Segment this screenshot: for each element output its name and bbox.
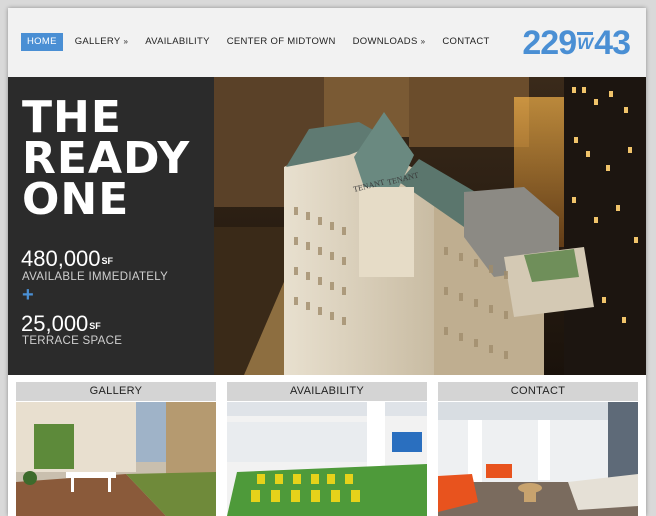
card-title[interactable]: GALLERY [16, 382, 216, 401]
nav-item-gallery[interactable]: GALLERY» [75, 33, 129, 51]
logo-letter-w: W [577, 32, 594, 53]
stat-terrace-label: TERRACE SPACE [22, 335, 123, 347]
stat-unit: SF [89, 321, 101, 331]
stat-available-size: 480,000SF [21, 248, 113, 270]
gallery-terrace-photo[interactable] [16, 402, 216, 516]
nav-item-contact[interactable]: CONTACT [442, 33, 489, 51]
headline-line: READY [22, 133, 191, 184]
stat-value: 25,000 [21, 311, 89, 336]
site-logo[interactable]: 229 W 43 [522, 24, 631, 62]
office-event-illustration [227, 402, 427, 516]
nav-item-home[interactable]: HOME [21, 33, 63, 51]
card-availability[interactable]: AVAILABILITY [227, 382, 427, 516]
building-night-illustration: TENANT TENANT [214, 77, 646, 375]
nav-item-label: GALLERY [74, 36, 121, 47]
card-contact[interactable]: CONTACT [438, 382, 638, 516]
headline-line: THE [22, 92, 122, 143]
plus-sign: + [22, 284, 34, 306]
availability-office-photo[interactable] [227, 402, 427, 516]
nav-item-label: AVAILABILITY [145, 36, 210, 47]
hero-text-panel: THE READY ONE 480,000SF AVAILABLE IMMEDI… [8, 77, 214, 375]
main-menu: HOME GALLERY» AVAILABILITY CENTER OF MID… [21, 33, 507, 51]
card-title[interactable]: CONTACT [438, 382, 638, 401]
headline-line: ONE [22, 174, 130, 225]
logo-number-right: 43 [594, 24, 631, 62]
submenu-caret-icon: » [420, 37, 426, 46]
terrace-illustration [16, 402, 216, 516]
nav-item-center-of-midtown[interactable]: CENTER OF MIDTOWN [227, 33, 336, 51]
stat-value: 480,000 [21, 246, 101, 271]
card-title[interactable]: AVAILABILITY [227, 382, 427, 401]
nav-item-availability[interactable]: AVAILABILITY [145, 33, 210, 51]
stat-terrace-size: 25,000SF [21, 313, 101, 335]
hero-headline: THE READY ONE [22, 92, 191, 225]
feature-cards: GALLERY AVAILABILITY CONTACT [8, 375, 646, 516]
stat-unit: SF [101, 256, 114, 266]
nav-item-downloads[interactable]: DOWNLOADS» [353, 33, 426, 51]
nav-item-label: HOME [27, 36, 57, 47]
nav-item-label: CENTER OF MIDTOWN [226, 36, 336, 47]
stat-available-label: AVAILABLE IMMEDIATELY [22, 271, 169, 283]
nav-item-label: DOWNLOADS [352, 36, 418, 47]
logo-number-left: 229 [522, 24, 577, 62]
hero-building-photo: TENANT TENANT [214, 77, 646, 375]
contact-lounge-photo[interactable] [438, 402, 638, 516]
hero-section: THE READY ONE 480,000SF AVAILABLE IMMEDI… [8, 77, 646, 375]
card-gallery[interactable]: GALLERY [16, 382, 216, 516]
page-frame: HOME GALLERY» AVAILABILITY CENTER OF MID… [8, 8, 646, 516]
lounge-illustration [438, 402, 638, 516]
header-nav: HOME GALLERY» AVAILABILITY CENTER OF MID… [8, 8, 646, 79]
nav-item-label: CONTACT [442, 36, 490, 47]
submenu-caret-icon: » [123, 37, 129, 46]
